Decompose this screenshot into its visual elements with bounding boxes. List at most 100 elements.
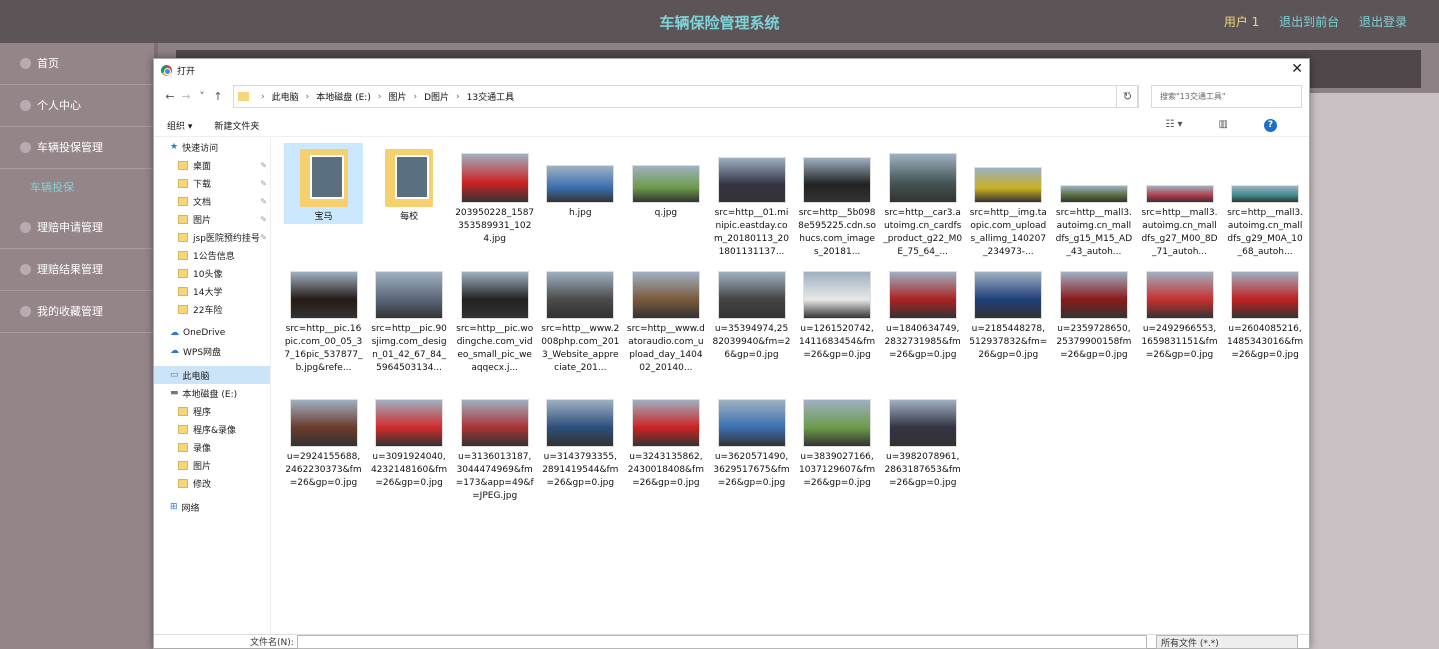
folder-item[interactable]: 宝马 — [284, 143, 363, 224]
file-item[interactable]: src=http__01.minipic.eastday.com_2018011… — [712, 143, 791, 259]
preview-pane-icon[interactable]: ▥ — [1219, 119, 1228, 132]
file-item[interactable]: u=3143793355,2891419544&fm=26&gp=0.jpg — [541, 399, 620, 490]
file-item[interactable]: h.jpg — [541, 143, 620, 220]
tree-item[interactable]: ▬ 本地磁盘 (E:) — [154, 384, 270, 402]
tree-item[interactable]: ★ 快速访问 — [154, 138, 270, 156]
file-item[interactable]: u=3839027166,1037129607&fm=26&gp=0.jpg — [798, 399, 877, 490]
tree-item[interactable]: 下载 ✎ — [154, 174, 270, 192]
breadcrumb-item[interactable]: 本地磁盘 (E:) — [316, 90, 371, 103]
tree-item[interactable]: ⊞ 网络 — [154, 498, 270, 516]
file-name: u=2604085216,1485343016&fm=26&gp=0.jpg — [1226, 324, 1304, 360]
filetype-select[interactable]: 所有文件 (*.*) — [1156, 635, 1298, 649]
sidebar-item[interactable]: 理赔申请管理 — [0, 207, 154, 249]
view-mode-icon[interactable]: ☷ ▾ — [1165, 119, 1182, 132]
tree-item[interactable]: 图片 ✎ — [154, 210, 270, 228]
folder-item[interactable]: 每校 — [370, 143, 449, 224]
file-item[interactable]: u=3982078961,2863187653&fm=26&gp=0.jpg — [883, 399, 962, 490]
logout-link[interactable]: 退出登录 — [1359, 15, 1407, 29]
file-item[interactable]: u=2185448278,512937832&fm=26&gp=0.jpg — [969, 271, 1048, 362]
breadcrumb-item[interactable]: D图片 — [424, 90, 449, 103]
file-item[interactable]: src=http__pic.16pic.com_00_05_37_16pic_5… — [284, 271, 363, 375]
image-thumbnail — [460, 399, 529, 447]
sidebar-item[interactable]: 个人中心 — [0, 85, 154, 127]
file-item[interactable]: u=1840634749,2832731985&fm=26&gp=0.jpg — [883, 271, 962, 362]
file-name: 203950228_1587353589931_1024.jpg — [455, 208, 535, 244]
file-name: u=2185448278,512937832&fm=26&gp=0.jpg — [969, 324, 1048, 360]
sidebar-item[interactable]: 车辆投保管理 — [0, 127, 154, 169]
file-item[interactable]: u=3243135862,2430018408&fm=26&gp=0.jpg — [626, 399, 705, 490]
sidebar-item[interactable]: 我的收藏管理 — [0, 291, 154, 333]
image-thumbnail — [888, 271, 957, 319]
organize-button[interactable]: 组织 ▾ — [167, 119, 192, 132]
tree-item-label: 图片 — [193, 215, 212, 226]
file-item[interactable]: u=35394974,2582039940&fm=26&gp=0.jpg — [712, 271, 791, 362]
address-bar[interactable]: › 此电脑 › 本地磁盘 (E:) › 图片 › D图片 › 13交通工具 ˅ — [233, 85, 1138, 108]
file-item[interactable]: 203950228_1587353589931_1024.jpg — [455, 143, 534, 246]
back-icon[interactable]: ← — [162, 90, 178, 103]
file-item[interactable]: src=http__5b0988e595225.cdn.sohucs.com_i… — [798, 143, 877, 259]
help-icon[interactable]: ? — [1264, 119, 1277, 132]
tree-item[interactable]: 程序&录像 — [154, 420, 270, 438]
new-folder-button[interactable]: 新建文件夹 — [214, 119, 259, 132]
breadcrumb-item[interactable]: 此电脑 — [272, 90, 299, 103]
sidebar-item[interactable]: 理赔结果管理 — [0, 249, 154, 291]
star-icon: ★ — [170, 142, 179, 152]
user-name[interactable]: 用户 1 — [1224, 15, 1259, 29]
file-name: u=3620571490,3629517675&fm=26&gp=0.jpg — [713, 452, 790, 488]
tree-item[interactable]: 22车险 — [154, 300, 270, 318]
tree-item[interactable]: 录像 — [154, 438, 270, 456]
file-name: src=http__pic.16pic.com_00_05_37_16pic_5… — [284, 324, 363, 373]
recent-icon[interactable]: ˅ — [194, 90, 210, 103]
file-item[interactable]: u=1261520742,1411683454&fm=26&gp=0.jpg — [798, 271, 877, 362]
tree-item[interactable]: 图片 — [154, 456, 270, 474]
front-link[interactable]: 退出到前台 — [1279, 15, 1339, 29]
file-item[interactable]: src=http__pic.90sjimg.com_design_01_42_6… — [370, 271, 449, 375]
tree-item[interactable]: jsp医院预约挂号 ✎ — [154, 228, 270, 246]
sidebar-item[interactable]: 车辆投保 — [0, 169, 154, 207]
tree-item[interactable]: ☁ WPS网盘 — [154, 342, 270, 360]
file-name: src=http__pic.90sjimg.com_design_01_42_6… — [371, 324, 447, 373]
breadcrumb-item[interactable]: 图片 — [388, 90, 406, 103]
file-item[interactable]: src=http__mall3.autoimg.cn_malldfs_g29_M… — [1226, 143, 1305, 259]
tree-item[interactable]: 文档 ✎ — [154, 192, 270, 210]
up-icon[interactable]: ↑ — [210, 90, 226, 103]
folder-icon — [178, 304, 188, 314]
file-item[interactable]: src=http__mall3.autoimg.cn_malldfs_g15_M… — [1054, 143, 1133, 259]
file-item[interactable]: u=3136013187,3044474969&fm=173&app=49&f=… — [455, 399, 534, 503]
tree-item[interactable]: ☁ OneDrive — [154, 324, 270, 342]
image-thumbnail — [803, 399, 872, 447]
sidebar-item[interactable]: 首页 — [0, 43, 154, 85]
file-item[interactable]: src=http__pic.wodingche.com_video_small_… — [455, 271, 534, 375]
tree-item[interactable]: 10头像 — [154, 264, 270, 282]
image-thumbnail — [888, 399, 957, 447]
file-item[interactable]: src=http__img.taopic.com_uploads_allimg_… — [969, 143, 1048, 259]
view-controls: ☷ ▾ ▥ ? — [1165, 119, 1299, 132]
file-item[interactable]: u=2924155688,2462230373&fm=26&gp=0.jpg — [284, 399, 363, 490]
sidebar-item-label: 首页 — [37, 56, 59, 70]
file-item[interactable]: u=2359728650,25379900158fm=26&gp=0.jpg — [1054, 271, 1133, 362]
file-item[interactable]: src=http__www.2008php.com_2013_Website_a… — [541, 271, 620, 375]
breadcrumb-item[interactable]: 13交通工具 — [467, 90, 514, 103]
filename-input[interactable] — [297, 635, 1147, 649]
file-item[interactable]: u=2492966553,1659831151&fm=26&gp=0.jpg — [1140, 271, 1219, 362]
image-thumbnail — [631, 399, 700, 447]
file-item[interactable]: u=3620571490,3629517675&fm=26&gp=0.jpg — [712, 399, 791, 490]
forward-icon[interactable]: → — [178, 90, 194, 103]
refresh-icon[interactable]: ↻ — [1116, 85, 1139, 108]
file-item[interactable]: u=3091924040,4232148160&fm=26&gp=0.jpg — [370, 399, 449, 490]
tree-item[interactable]: 程序 — [154, 402, 270, 420]
tree-item[interactable]: 修改 — [154, 474, 270, 492]
search-input[interactable]: 搜索"13交通工具" — [1151, 85, 1302, 108]
file-item[interactable]: u=2604085216,1485343016&fm=26&gp=0.jpg — [1226, 271, 1305, 362]
file-item[interactable]: src=http__mall3.autoimg.cn_malldfs_g27_M… — [1140, 143, 1219, 259]
sidebar-item-label: 理赔结果管理 — [37, 262, 103, 276]
tree-item[interactable]: ▭ 此电脑 — [154, 366, 270, 384]
tree-item[interactable]: 14大学 — [154, 282, 270, 300]
tree-item[interactable]: 1公告信息 — [154, 246, 270, 264]
tree-item[interactable]: 桌面 ✎ — [154, 156, 270, 174]
file-item[interactable]: q.jpg — [626, 143, 705, 220]
file-item[interactable]: src=http__www.datoraudio.com_upload_day_… — [626, 271, 705, 375]
close-icon[interactable]: ✕ — [1291, 61, 1303, 77]
chrome-icon — [161, 64, 172, 76]
file-item[interactable]: src=http__car3.autoimg.cn_cardfs_product… — [883, 143, 962, 259]
